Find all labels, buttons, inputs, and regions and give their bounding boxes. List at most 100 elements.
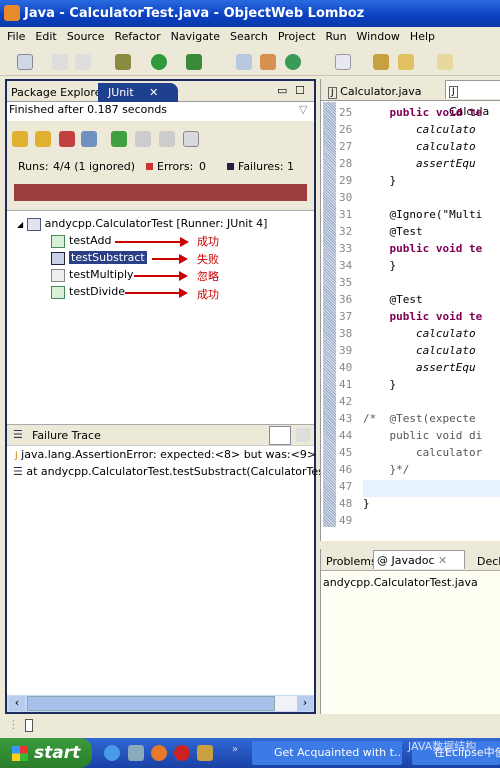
menu-file[interactable]: File xyxy=(2,27,30,46)
code-line[interactable]: } xyxy=(363,174,396,187)
code-line[interactable]: public void te xyxy=(363,310,482,323)
code-line[interactable]: calculato xyxy=(363,123,476,136)
tab-package-explorer[interactable]: Package Explorer xyxy=(8,83,109,102)
qq-icon[interactable] xyxy=(174,745,190,761)
code-line[interactable]: assertEqu xyxy=(363,157,476,170)
scroll-right-icon[interactable]: › xyxy=(297,696,313,711)
line-number: 38 xyxy=(339,327,353,340)
menu-help[interactable]: Help xyxy=(405,27,440,46)
run-icon[interactable] xyxy=(151,54,167,70)
code-line[interactable]: calculato xyxy=(363,140,476,153)
editor-tabs: J Calculator.java J Calcula xyxy=(321,79,500,118)
counters: Runs: 4/4 (1 ignored) Errors: 0 Failures… xyxy=(7,157,314,177)
scroll-left-icon[interactable]: ‹ xyxy=(9,696,25,711)
menu-source[interactable]: Source xyxy=(62,27,110,46)
code-line[interactable]: public void te xyxy=(363,106,482,119)
new-icon[interactable] xyxy=(17,54,33,70)
editor: J Calculator.java J Calcula 25 public vo… xyxy=(320,79,500,541)
windows-logo-icon xyxy=(12,746,28,761)
view-tabs: Package Explorer JUnit ✕ ▭ ☐ xyxy=(7,81,314,102)
save-icon[interactable] xyxy=(52,54,68,70)
code-line[interactable]: assertEqu xyxy=(363,361,476,374)
code-line[interactable]: @Test xyxy=(363,225,422,238)
rerun-icon[interactable] xyxy=(111,131,127,147)
scroll-thumb[interactable] xyxy=(27,696,275,711)
view-menu-icon[interactable]: ▽ xyxy=(299,103,307,116)
print-icon[interactable] xyxy=(75,54,91,70)
maximize-icon[interactable]: ☐ xyxy=(295,84,305,97)
previous-failure-icon[interactable] xyxy=(35,131,51,147)
menu-edit[interactable]: Edit xyxy=(30,27,61,46)
code-line[interactable]: calculato xyxy=(363,327,476,340)
code-line[interactable]: public void te xyxy=(363,242,482,255)
new-class-icon[interactable] xyxy=(260,54,276,70)
tab-calculator-java[interactable]: J Calculator.java xyxy=(325,82,425,101)
menu-run[interactable]: Run xyxy=(320,27,351,46)
more-icon[interactable]: » xyxy=(232,744,238,755)
code-line[interactable]: } xyxy=(363,259,396,272)
history-icon[interactable] xyxy=(183,131,199,147)
new-package-icon[interactable] xyxy=(236,54,252,70)
minimize-icon[interactable]: ▭ xyxy=(277,84,287,97)
menu-project[interactable]: Project xyxy=(273,27,321,46)
new-interface-icon[interactable] xyxy=(285,54,301,70)
compare-icon[interactable] xyxy=(296,428,310,442)
tab-junit[interactable]: JUnit ✕ xyxy=(98,83,178,102)
stop-icon[interactable] xyxy=(159,131,175,147)
menu-refactor[interactable]: Refactor xyxy=(110,27,166,46)
show-failures-only-icon[interactable] xyxy=(59,131,75,147)
code-line[interactable]: @Ignore("Multi xyxy=(363,208,482,221)
annotation-label: 成功 xyxy=(197,235,219,248)
menu-search[interactable]: Search xyxy=(225,27,273,46)
code-line[interactable]: } xyxy=(363,378,396,391)
line-number: 40 xyxy=(339,361,353,374)
horizontal-scrollbar[interactable]: ‹ › xyxy=(7,695,314,712)
folder-icon[interactable] xyxy=(437,54,453,70)
arrow-annotation xyxy=(115,237,189,247)
line-number: 25 xyxy=(339,106,353,119)
trace-line[interactable]: ☰ at andycpp.CalculatorTest.testSubstrac… xyxy=(13,465,342,478)
test-item-testadd[interactable]: testAdd xyxy=(51,234,111,248)
code-line[interactable] xyxy=(363,480,500,497)
ie-icon[interactable] xyxy=(104,745,120,761)
menu-navigate[interactable]: Navigate xyxy=(166,27,225,46)
firefox-icon[interactable] xyxy=(151,745,167,761)
code-line[interactable]: }*/ xyxy=(363,463,409,476)
line-number: 43 xyxy=(339,412,353,425)
code-line[interactable]: public void di xyxy=(363,429,482,442)
annotation-label: 忽略 xyxy=(197,270,219,283)
task-icon[interactable] xyxy=(335,54,351,70)
line-number: 39 xyxy=(339,344,353,357)
next-failure-icon[interactable] xyxy=(12,131,28,147)
code-line[interactable]: @Test xyxy=(363,293,422,306)
test-item-testdivide[interactable]: testDivide xyxy=(51,285,125,299)
rerun-failed-icon[interactable] xyxy=(135,131,151,147)
code-line[interactable]: calculator xyxy=(363,446,482,459)
test-item-testmultiply[interactable]: testMultiply xyxy=(51,268,134,282)
fast-view-icon[interactable] xyxy=(25,719,33,732)
flashlight-icon[interactable] xyxy=(398,54,414,70)
outlook-icon[interactable] xyxy=(128,745,144,761)
tab-declaration[interactable]: Decla xyxy=(474,552,500,571)
close-icon[interactable]: ✕ xyxy=(149,86,158,99)
tab-javadoc[interactable]: @ Javadoc ✕ xyxy=(373,550,465,569)
tab-calculatortest-java[interactable]: J Calcula xyxy=(445,80,500,118)
close-icon[interactable]: ✕ xyxy=(438,554,447,567)
scroll-lock-icon[interactable] xyxy=(81,131,97,147)
line-number: 46 xyxy=(339,463,353,476)
code-line[interactable]: calculato xyxy=(363,344,476,357)
menu-window[interactable]: Window xyxy=(352,27,405,46)
task-firefox[interactable]: Get Acquainted with t... xyxy=(252,741,402,765)
open-folder-icon[interactable] xyxy=(373,54,389,70)
external-tools-icon[interactable] xyxy=(186,54,202,70)
line-number: 32 xyxy=(339,225,353,238)
trace-line[interactable]: J java.lang.AssertionError: expected:<8>… xyxy=(15,448,316,461)
debug-icon[interactable] xyxy=(115,54,131,70)
filter-stack-icon[interactable] xyxy=(269,426,291,445)
tab-problems[interactable]: Problems xyxy=(323,552,380,571)
test-item-testsubstract[interactable]: testSubstract xyxy=(51,250,148,265)
app-icon[interactable] xyxy=(197,745,213,761)
suite-node[interactable]: ◢ andycpp.CalculatorTest [Runner: JUnit … xyxy=(17,217,267,231)
code-line[interactable]: /* @Test(expecte xyxy=(363,412,476,425)
code-line[interactable]: } xyxy=(363,497,370,510)
